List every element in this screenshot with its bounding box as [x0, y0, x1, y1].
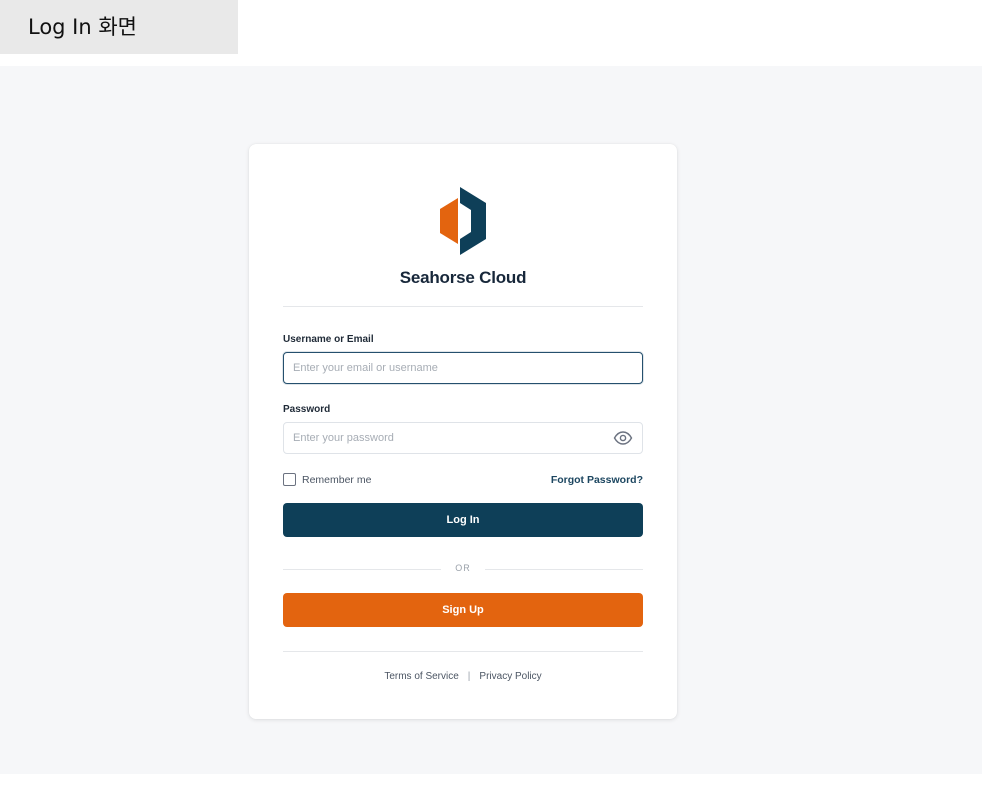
or-text: OR: [455, 563, 471, 573]
password-input[interactable]: [283, 422, 643, 454]
signup-button[interactable]: Sign Up: [283, 593, 643, 627]
footer-links: Terms of Service | Privacy Policy: [249, 671, 677, 682]
header-divider: [283, 306, 643, 307]
login-page: Seahorse Cloud Username or Email Passwor…: [0, 66, 982, 774]
hexagon-d-logo-icon: [440, 187, 486, 255]
privacy-policy-link[interactable]: Privacy Policy: [479, 671, 541, 682]
remember-label: Remember me: [302, 473, 372, 486]
remember-checkbox[interactable]: [283, 473, 296, 486]
or-line-right: [485, 569, 643, 570]
or-separator: OR: [283, 563, 643, 577]
login-card: Seahorse Cloud Username or Email Passwor…: [249, 144, 677, 719]
username-label: Username or Email: [283, 334, 374, 345]
forgot-password-link[interactable]: Forgot Password?: [551, 474, 643, 486]
screen-title: Log In 화면: [0, 0, 238, 54]
username-input[interactable]: [283, 352, 643, 384]
footer-divider: [283, 651, 643, 652]
brand-name: Seahorse Cloud: [399, 268, 527, 287]
terms-of-service-link[interactable]: Terms of Service: [384, 671, 458, 682]
eye-icon[interactable]: [613, 430, 633, 446]
footer-separator: |: [467, 671, 471, 682]
login-button[interactable]: Log In: [283, 503, 643, 537]
password-label: Password: [283, 404, 331, 415]
remember-me[interactable]: Remember me: [283, 473, 371, 486]
